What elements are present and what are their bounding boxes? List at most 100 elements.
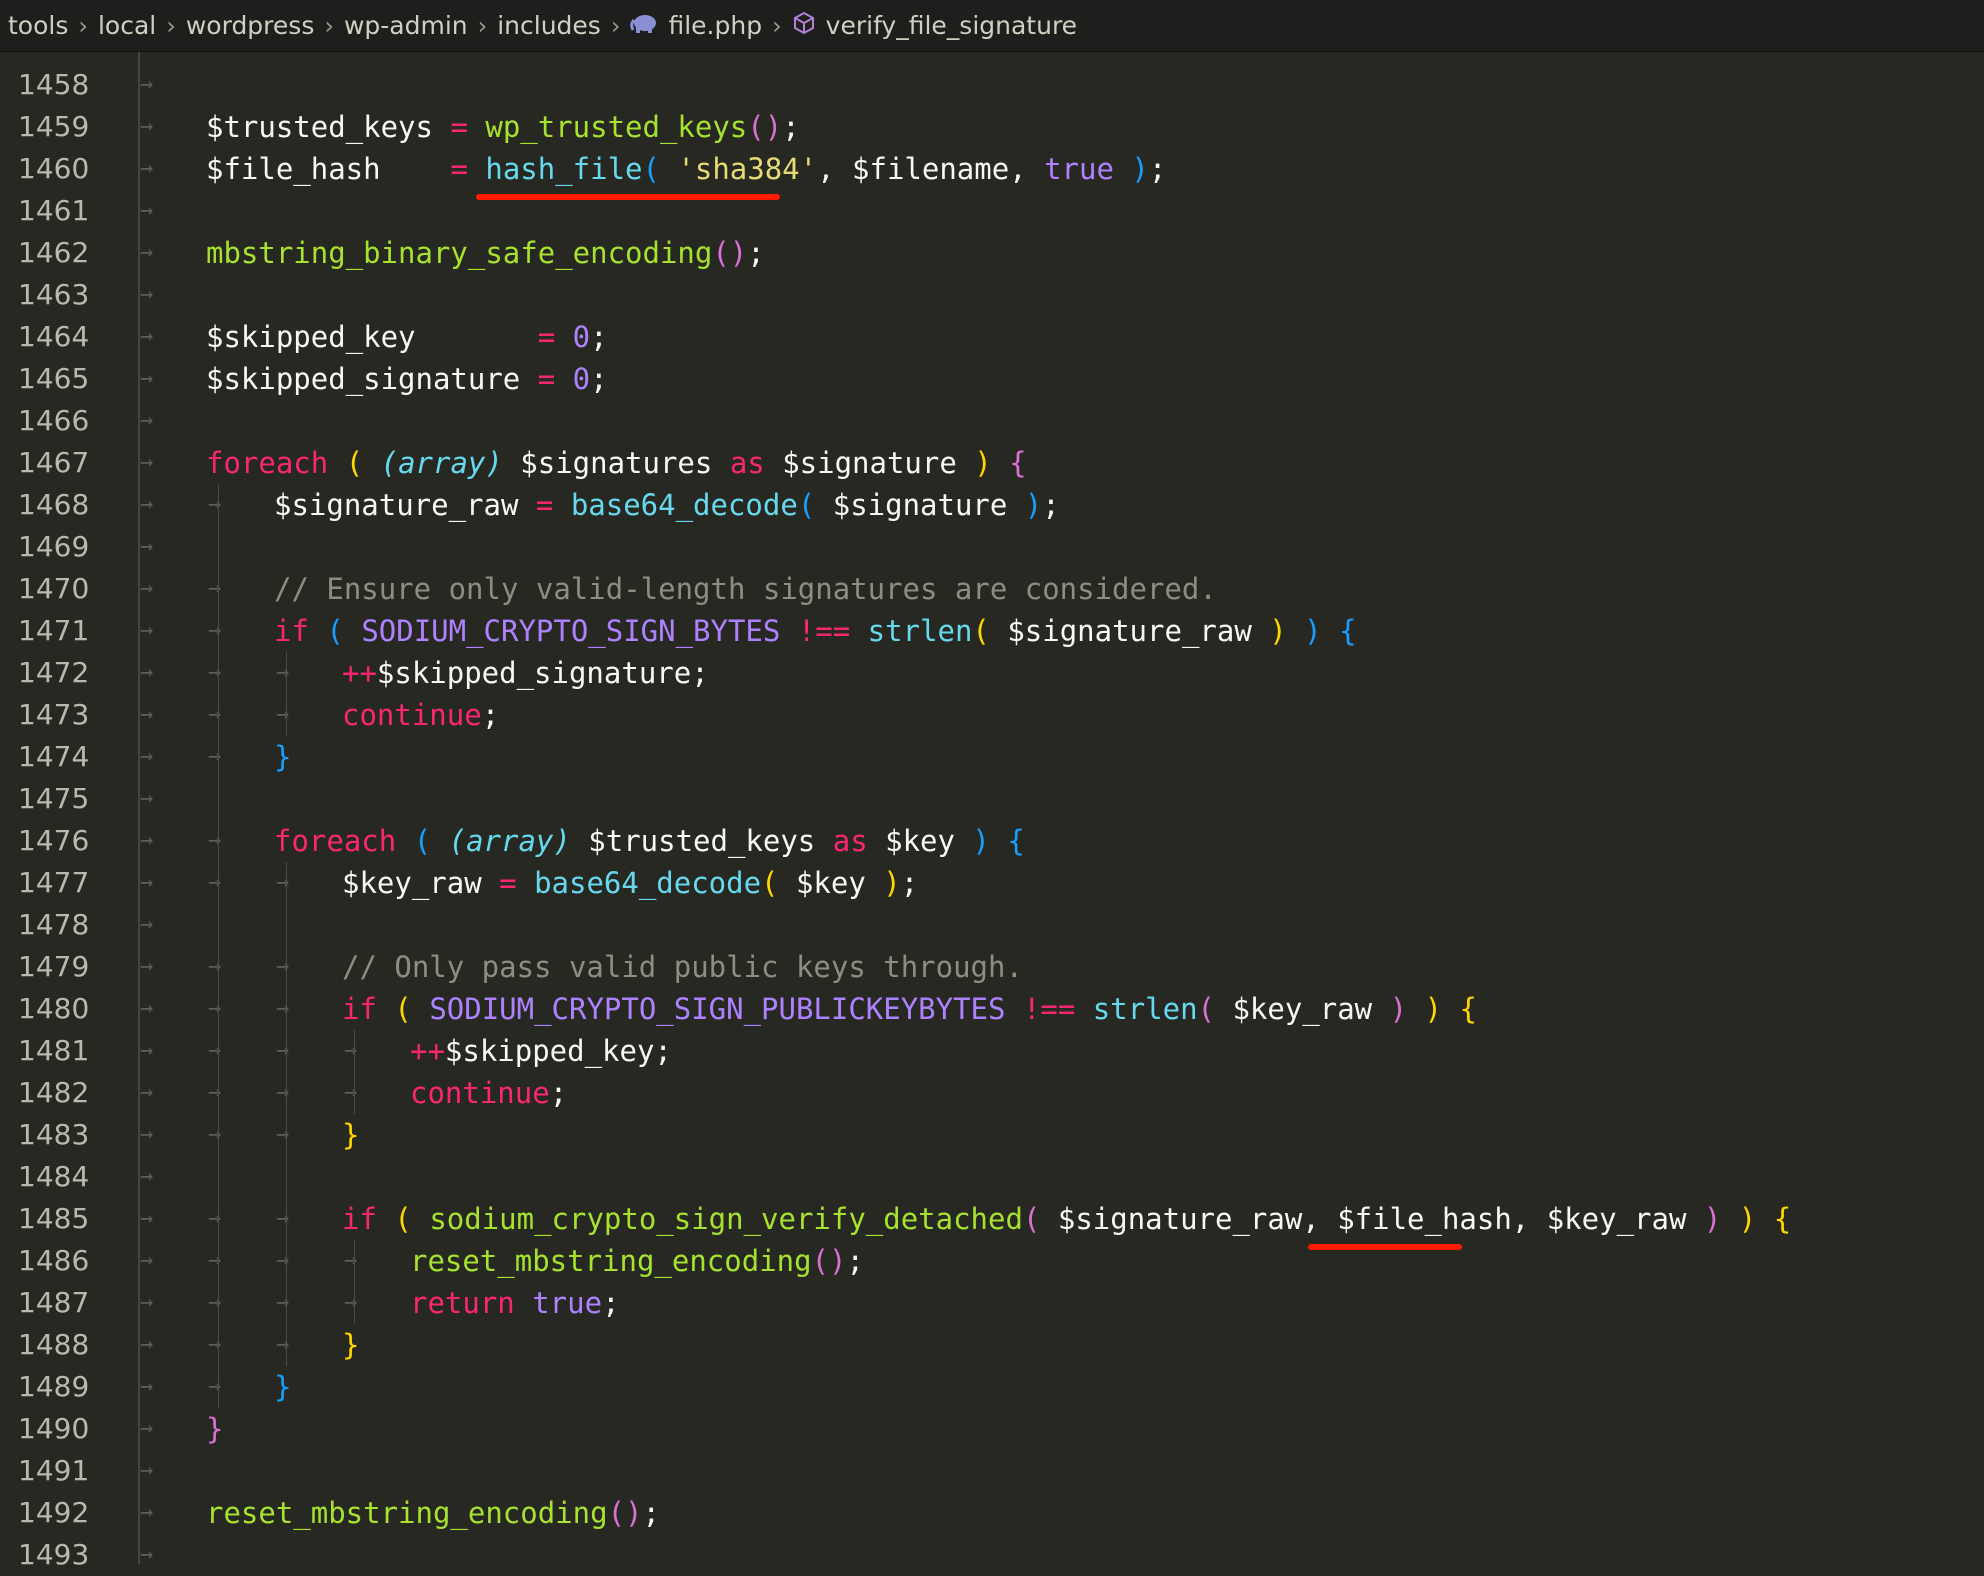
code-line[interactable]: 1473 → → → continue; <box>0 694 1984 736</box>
code-line[interactable]: 1470 → → // Ensure only valid-length signat… <box>0 568 1984 610</box>
breadcrumb-item-symbol[interactable]: verify_file_signature <box>826 11 1077 40</box>
code-line[interactable]: 1486 → → → → reset_mbstring_encoding(); <box>0 1240 1984 1282</box>
code-line[interactable]: 1476 → → foreach ( (array) $trusted_keys as… <box>0 820 1984 862</box>
token: $trusted_keys <box>570 824 833 858</box>
code-line[interactable]: 1471 → → if ( SODIUM_CRYPTO_SIGN_BYTES !== … <box>0 610 1984 652</box>
token: as <box>729 446 765 480</box>
token: } <box>274 1370 292 1404</box>
breadcrumb-item-includes[interactable]: includes <box>497 11 601 40</box>
whitespace-tab-icon: → <box>276 1038 290 1063</box>
whitespace-tab-icon: → <box>276 1248 290 1273</box>
line-number: 1484 <box>18 1160 90 1193</box>
code-line[interactable]: 1465 → $skipped_signature = 0; <box>0 358 1984 400</box>
code-line[interactable]: 1477 → → → $key_raw = base64_decode( $key ); <box>0 862 1984 904</box>
token: $signature <box>764 446 975 480</box>
token: foreach <box>206 446 346 480</box>
code-line[interactable]: 1485 → → → if ( sodium_crypto_sign_verify_de… <box>0 1198 1984 1240</box>
whitespace-tab-icon: → <box>208 576 222 601</box>
whitespace-tab-icon: → <box>140 1290 154 1315</box>
line-number: 1486 <box>18 1244 90 1277</box>
code-line[interactable]: 1490 →} <box>0 1408 1984 1450</box>
code-line[interactable]: 1462 → mbstring_binary_safe_encoding(); <box>0 232 1984 274</box>
line-number: 1463 <box>18 278 90 311</box>
code-line[interactable]: 1481 → → → → ++$skipped_key; <box>0 1030 1984 1072</box>
code-line[interactable]: 1459 → $trusted_keys = wp_trusted_keys(); <box>0 106 1984 148</box>
token: strlen <box>1092 992 1198 1026</box>
breadcrumb-item-tools[interactable]: tools <box>8 11 68 40</box>
whitespace-tab-icon: → <box>208 1332 222 1357</box>
whitespace-tab-icon: → <box>140 1458 154 1483</box>
whitespace-tab-icon: → <box>276 660 290 685</box>
token: } <box>342 1118 360 1152</box>
breadcrumb-item-local[interactable]: local <box>98 11 156 40</box>
code-line[interactable]: 1463 → <box>0 274 1984 316</box>
token: // Ensure only valid-length signatures a… <box>274 572 1217 606</box>
chevron-right-icon: › <box>477 11 488 40</box>
whitespace-tab-icon: → <box>140 72 154 97</box>
token: ) { <box>972 824 1025 858</box>
code-line[interactable]: 1461 → <box>0 190 1984 232</box>
indent-guide <box>354 1240 355 1324</box>
code-line[interactable]: 1458 → <box>0 64 1984 106</box>
whitespace-tab-icon: → <box>140 702 154 727</box>
code-line[interactable]: 1475 → <box>0 778 1984 820</box>
breadcrumb-item-wp-admin[interactable]: wp-admin <box>344 11 468 40</box>
code-line[interactable]: 1493 → <box>0 1534 1984 1576</box>
whitespace-tab-icon: → <box>140 534 154 559</box>
code-line[interactable]: 1468 → → $signature_raw = base64_decode( $s… <box>0 484 1984 526</box>
code-line[interactable]: 1483 → → →} <box>0 1114 1984 1156</box>
token: } <box>342 1328 360 1362</box>
line-number: 1460 <box>18 152 90 185</box>
token: if <box>274 614 327 648</box>
code-line[interactable]: 1489 → →} <box>0 1366 1984 1408</box>
code-line[interactable]: 1474 → →} <box>0 736 1984 778</box>
code-text: ++$skipped_key; <box>410 1030 672 1072</box>
token: ) <box>1389 992 1425 1026</box>
token: () <box>607 1496 643 1530</box>
token: $trusted_keys <box>206 110 451 144</box>
token: true <box>1044 152 1114 186</box>
code-line[interactable]: 1469 → <box>0 526 1984 568</box>
line-number: 1469 <box>18 530 90 563</box>
token: = <box>450 110 486 144</box>
line-number: 1465 <box>18 362 90 395</box>
indent-guide <box>218 484 219 1408</box>
whitespace-tab-icon: → <box>208 996 222 1021</box>
code-line[interactable]: 1466 → <box>0 400 1984 442</box>
token: = <box>537 362 573 396</box>
code-text: if ( SODIUM_CRYPTO_SIGN_BYTES !== strlen… <box>274 610 1357 652</box>
whitespace-tab-icon: → <box>140 198 154 223</box>
code-line[interactable]: 1467 → foreach ( (array) $signatures as $s… <box>0 442 1984 484</box>
whitespace-tab-icon: → <box>140 1164 154 1189</box>
code-line[interactable]: 1488 → → →} <box>0 1324 1984 1366</box>
code-line[interactable]: 1479 → → → // Only pass valid public keys th… <box>0 946 1984 988</box>
code-line[interactable]: 1487 → → → → return true; <box>0 1282 1984 1324</box>
token: ( <box>1197 992 1233 1026</box>
code-text: $skipped_signature = 0; <box>206 358 608 400</box>
token: = <box>535 488 571 522</box>
token: ; <box>747 236 765 270</box>
token: foreach <box>274 824 414 858</box>
code-line[interactable]: 1492 → reset_mbstring_encoding(); <box>0 1492 1984 1534</box>
whitespace-tab-icon: → <box>140 1374 154 1399</box>
line-number: 1474 <box>18 740 90 773</box>
token: continue <box>410 1076 550 1110</box>
code-text: $trusted_keys = wp_trusted_keys(); <box>206 106 800 148</box>
code-line[interactable]: 1464 → $skipped_key = 0; <box>0 316 1984 358</box>
code-line[interactable]: 1484 → <box>0 1156 1984 1198</box>
token: ( <box>413 824 449 858</box>
code-text: continue; <box>410 1072 567 1114</box>
breadcrumb-item-wordpress[interactable]: wordpress <box>186 11 314 40</box>
code-line[interactable]: 1480 → → → if ( SODIUM_CRYPTO_SIGN_PUBLICKEY… <box>0 988 1984 1030</box>
code-line[interactable]: 1491 → <box>0 1450 1984 1492</box>
code-line[interactable]: 1482 → → → → continue; <box>0 1072 1984 1114</box>
breadcrumb-item-file[interactable]: file.php <box>668 11 762 40</box>
token: wp_trusted_keys <box>485 110 748 144</box>
code-line[interactable]: 1472 → → → ++$skipped_signature; <box>0 652 1984 694</box>
code-editor[interactable]: 1458 → 1459 → $trusted_keys = wp_trusted_key… <box>0 52 1984 1571</box>
whitespace-tab-icon: → <box>140 1416 154 1441</box>
whitespace-tab-icon: → <box>276 1206 290 1231</box>
code-line[interactable]: 1478 → <box>0 904 1984 946</box>
token: sodium_crypto_sign_verify_detached <box>429 1202 1023 1236</box>
code-line[interactable]: 1460 → $file_hash = hash_file( 'sha384', $… <box>0 148 1984 190</box>
